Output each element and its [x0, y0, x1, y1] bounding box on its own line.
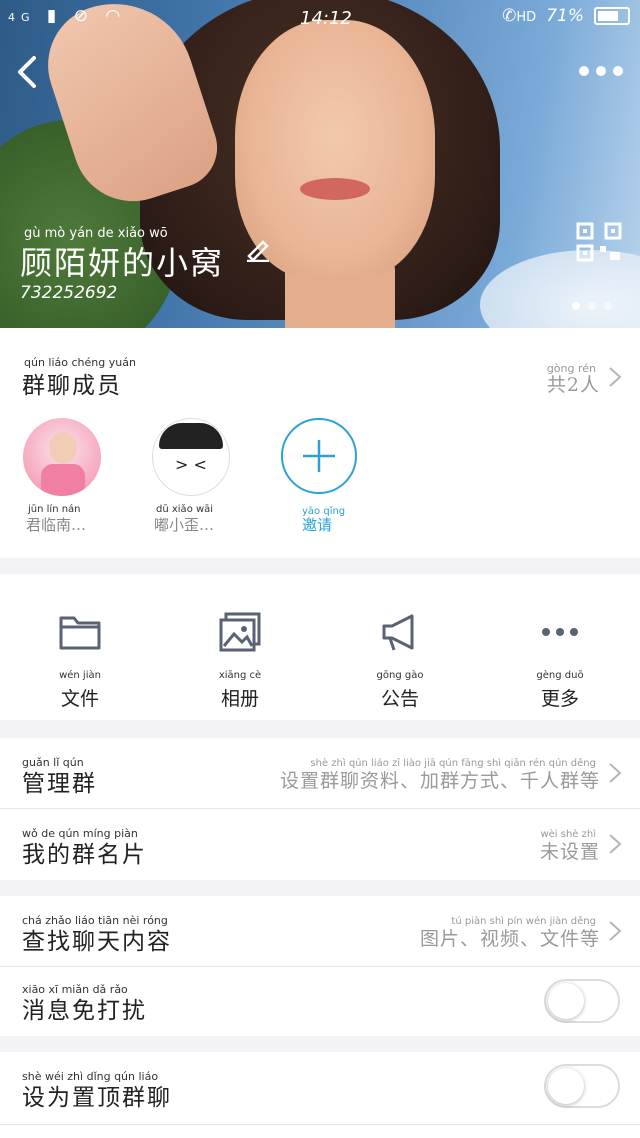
tool-album[interactable]: xiāng cè 相册 — [160, 592, 320, 712]
chevron-right-icon — [609, 763, 622, 783]
page-dot — [588, 302, 596, 310]
battery-percent: 71% — [546, 6, 584, 26]
toggle-knob — [548, 1068, 584, 1104]
row-label: 查找聊天内容 — [22, 929, 172, 955]
group-cover: 4G ▮ ⊘ ◠ 14:12 ✆HD 71% gù mò yán de xiǎo… — [0, 0, 640, 328]
tool-announcement[interactable]: gōng gào 公告 — [320, 592, 480, 712]
mute-row: xiāo xī miǎn dǎ rǎo 消息免打扰 — [0, 967, 640, 1035]
avatar-face: > < — [175, 455, 207, 474]
tool-more[interactable]: gèng duō 更多 — [480, 592, 640, 712]
photo-album-icon — [219, 612, 261, 652]
invite-label[interactable]: 邀请 — [302, 514, 332, 535]
megaphone-icon — [382, 614, 414, 651]
tool-pinyin: gōng gào — [376, 670, 424, 681]
status-time: 14:12 — [300, 8, 352, 29]
row-value: 未设置 — [539, 841, 600, 863]
row-value: 设置群聊资料、加群方式、千人群等 — [279, 770, 600, 792]
pin-chat-row: shè wéi zhì dǐng qún liáo 设为置顶群聊 — [0, 1052, 640, 1122]
back-icon[interactable] — [10, 52, 50, 92]
page-dot — [572, 302, 580, 310]
row-value: 图片、视频、文件等 — [419, 928, 600, 950]
members-title[interactable]: 群聊成员 — [22, 366, 122, 400]
member-name: 嘟小歪… — [154, 516, 215, 534]
chevron-right-icon — [609, 921, 622, 941]
tool-label: 相册 — [220, 688, 259, 710]
group-settings-section: guǎn lǐ qún 管理群 shè zhì qún liáo zī liào… — [0, 738, 640, 880]
chat-settings-section: chá zhǎo liáo tiān nèi róng 查找聊天内容 tú pi… — [0, 896, 640, 1036]
battery-icon — [594, 7, 630, 25]
lips — [300, 178, 370, 200]
manage-group-row[interactable]: guǎn lǐ qún 管理群 shè zhì qún liáo zī liào… — [0, 738, 640, 808]
row-label: 设为置顶群聊 — [22, 1085, 172, 1111]
edit-pencil-icon[interactable] — [245, 236, 271, 262]
row-label: 我的群名片 — [22, 842, 147, 868]
member-name: 君临南… — [26, 516, 87, 534]
members-count[interactable]: 共2人 — [547, 370, 600, 397]
tool-pinyin: wén jiàn — [59, 670, 101, 681]
member-avatar[interactable]: > < — [152, 418, 230, 496]
tool-pinyin: xiāng cè — [218, 670, 262, 681]
toggle-knob — [548, 983, 584, 1019]
row-label: 管理群 — [22, 771, 97, 797]
avatar-face — [49, 432, 77, 464]
my-group-card-row[interactable]: wǒ de qún míng piàn 我的群名片 wèi shè zhì 未设… — [0, 809, 640, 879]
chevron-right-icon — [609, 834, 622, 854]
search-history-row[interactable]: chá zhǎo liáo tiān nèi róng 查找聊天内容 tú pi… — [0, 896, 640, 966]
folder-icon — [59, 616, 101, 650]
tool-pinyin: gèng duō — [536, 670, 584, 681]
members-section: qún liáo chéng yuán 群聊成员 gòng rén 共2人 jū… — [0, 328, 640, 558]
group-id: 732252692 — [20, 283, 118, 303]
divider — [0, 1124, 640, 1125]
qr-code-icon[interactable] — [576, 222, 622, 262]
tool-label: 文件 — [60, 688, 99, 710]
avatar-hair — [159, 423, 223, 449]
member-avatar[interactable] — [23, 418, 101, 496]
chevron-right-icon[interactable] — [608, 366, 622, 388]
page-dot — [604, 302, 612, 310]
pin-toggle[interactable] — [544, 1064, 620, 1108]
more-options-icon[interactable] — [576, 58, 626, 84]
cover-page-indicator — [572, 302, 612, 310]
status-bar: 4G ▮ ⊘ ◠ 14:12 ✆HD 71% — [0, 0, 640, 34]
plus-icon — [303, 440, 335, 472]
call-hd-icon: ✆HD — [502, 6, 537, 26]
row-label: 消息免打扰 — [22, 998, 147, 1024]
tool-label: 更多 — [540, 688, 579, 710]
invite-button[interactable] — [281, 418, 357, 494]
tool-label: 公告 — [380, 688, 419, 710]
mute-toggle[interactable] — [544, 979, 620, 1023]
pin-settings-section: shè wéi zhì dǐng qún liáo 设为置顶群聊 — [0, 1052, 640, 1138]
network-indicator: 4G ▮ ⊘ ◠ — [8, 6, 127, 26]
tool-files[interactable]: wén jiàn 文件 — [0, 592, 160, 712]
more-icon — [542, 628, 578, 636]
status-right: ✆HD 71% — [502, 6, 630, 26]
group-name[interactable]: 顾陌妍的小窝 — [20, 238, 224, 284]
avatar-body — [41, 464, 85, 496]
